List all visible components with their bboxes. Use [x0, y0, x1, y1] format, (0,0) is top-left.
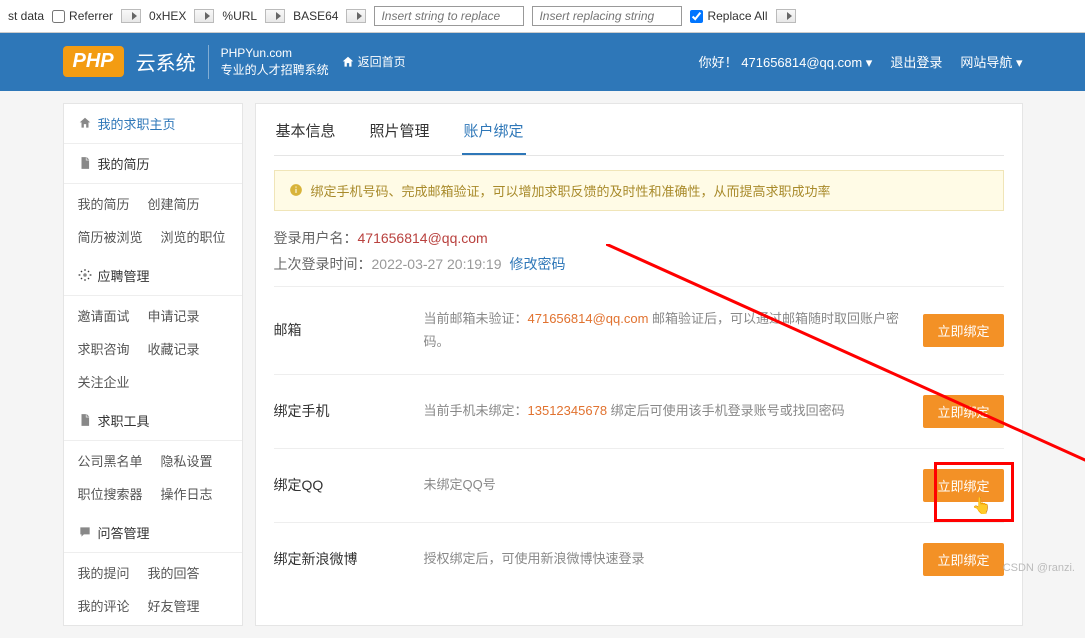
- sidebar-item[interactable]: 申请记录: [148, 306, 200, 325]
- arrow-btn[interactable]: [346, 9, 366, 23]
- binding-desc: 当前邮箱未验证：471656814@qq.com 邮箱验证后，可以通过邮箱随时取…: [424, 307, 924, 354]
- logo-domain: PHPYun.com: [221, 45, 329, 62]
- tab[interactable]: 账户绑定: [462, 120, 526, 155]
- sidebar-group-title[interactable]: 求职工具: [64, 401, 242, 441]
- sidebar-item[interactable]: 关注企业: [78, 372, 130, 391]
- sidebar: 我的求职主页我的简历我的简历创建简历简历被浏览浏览的职位应聘管理邀请面试申请记录…: [63, 103, 243, 626]
- bind-button[interactable]: 立即绑定: [923, 543, 1003, 576]
- notice-banner: 绑定手机号码、完成邮箱验证，可以增加求职反馈的及时性和准确性，从而提高求职成功率: [274, 170, 1004, 211]
- sidebar-item[interactable]: 我的评论: [78, 596, 130, 615]
- binding-label: 绑定手机: [274, 401, 424, 421]
- hex-label[interactable]: 0xHEX: [149, 9, 186, 23]
- logo-slogan: 专业的人才招聘系统: [221, 62, 329, 79]
- sidebar-item[interactable]: 隐私设置: [161, 451, 213, 470]
- login-user-label: 登录用户名：: [274, 230, 358, 246]
- login-user-value: 471656814@qq.com: [358, 230, 488, 246]
- sidebar-item[interactable]: 浏览的职位: [161, 227, 226, 246]
- sidebar-item[interactable]: 创建简历: [148, 194, 200, 213]
- user-link[interactable]: 471656814@qq.com: [741, 55, 862, 70]
- sidebar-item[interactable]: 邀请面试: [78, 306, 130, 325]
- st-data-label: st data: [8, 9, 44, 23]
- bind-button[interactable]: 立即绑定: [923, 395, 1003, 428]
- sidebar-item[interactable]: 我的回答: [148, 563, 200, 582]
- home-icon: [78, 116, 92, 130]
- arrow-btn[interactable]: [776, 9, 796, 23]
- sidebar-item[interactable]: 简历被浏览: [78, 227, 143, 246]
- sidebar-item[interactable]: 好友管理: [148, 596, 200, 615]
- binding-label: 绑定QQ: [274, 475, 424, 495]
- sidebar-item[interactable]: 公司黑名单: [78, 451, 143, 470]
- binding-label: 邮箱: [274, 320, 424, 340]
- sidebar-group-title[interactable]: 我的求职主页: [64, 104, 242, 144]
- binding-desc: 未绑定QQ号: [424, 473, 924, 496]
- change-password-link[interactable]: 修改密码: [510, 256, 566, 272]
- hackbar-toolbar: st data Referrer 0xHEX %URL BASE64 Repla…: [0, 0, 1085, 33]
- sitenav-link[interactable]: 网站导航 ▾: [960, 52, 1022, 71]
- home-icon: [341, 55, 355, 69]
- sidebar-item[interactable]: 我的简历: [78, 194, 130, 213]
- chat-icon: [78, 525, 92, 539]
- sidebar-group-title[interactable]: 问答管理: [64, 513, 242, 553]
- last-login-label: 上次登录时间：: [274, 256, 372, 272]
- binding-label: 绑定新浪微博: [274, 549, 424, 569]
- notice-text: 绑定手机号码、完成邮箱验证，可以增加求职反馈的及时性和准确性，从而提高求职成功率: [311, 181, 831, 200]
- binding-desc: 授权绑定后，可使用新浪微博快速登录: [424, 547, 924, 570]
- arrow-btn[interactable]: [121, 9, 141, 23]
- sidebar-item[interactable]: 操作日志: [161, 484, 213, 503]
- gear-icon: [78, 268, 92, 282]
- tab[interactable]: 基本信息: [274, 120, 338, 155]
- binding-row: 邮箱当前邮箱未验证：471656814@qq.com 邮箱验证后，可以通过邮箱随…: [274, 286, 1004, 374]
- sidebar-item[interactable]: 我的提问: [78, 563, 130, 582]
- sidebar-group-title[interactable]: 我的简历: [64, 144, 242, 184]
- logout-link[interactable]: 退出登录: [890, 52, 942, 71]
- binding-row: 绑定QQ未绑定QQ号立即绑定: [274, 448, 1004, 522]
- replace-all-toggle[interactable]: Replace All: [690, 9, 767, 23]
- base64-label[interactable]: BASE64: [293, 9, 338, 23]
- doc-icon: [78, 413, 92, 427]
- back-home-link[interactable]: 返回首页: [341, 53, 406, 70]
- bind-button[interactable]: 立即绑定: [923, 469, 1003, 502]
- referrer-toggle[interactable]: Referrer: [52, 9, 113, 23]
- site-header: PHP 云系统 PHPYun.com 专业的人才招聘系统 返回首页 你好！ 47…: [0, 33, 1085, 91]
- replace-to-input[interactable]: [532, 6, 682, 26]
- logo-area: PHP 云系统 PHPYun.com 专业的人才招聘系统 返回首页: [63, 45, 406, 79]
- watermark: CSDN @ranzi.: [1003, 562, 1075, 574]
- last-login-value: 2022-03-27 20:19:19: [372, 256, 502, 272]
- logo-cn: 云系统: [136, 47, 196, 76]
- url-label[interactable]: %URL: [222, 9, 257, 23]
- greeting: 你好！: [699, 55, 738, 70]
- arrow-btn[interactable]: [265, 9, 285, 23]
- sidebar-item[interactable]: 收藏记录: [148, 339, 200, 358]
- binding-row: 绑定新浪微博授权绑定后，可使用新浪微博快速登录立即绑定: [274, 522, 1004, 596]
- arrow-btn[interactable]: [194, 9, 214, 23]
- binding-desc: 当前手机未绑定：13512345678 绑定后可使用该手机登录账号或找回密码: [424, 399, 924, 422]
- replace-from-input[interactable]: [374, 6, 524, 26]
- tab[interactable]: 照片管理: [368, 120, 432, 155]
- tabs: 基本信息照片管理账户绑定: [274, 104, 1004, 156]
- sidebar-item[interactable]: 职位搜索器: [78, 484, 143, 503]
- sidebar-item[interactable]: 求职咨询: [78, 339, 130, 358]
- info-icon: [289, 183, 303, 197]
- sidebar-group-title[interactable]: 应聘管理: [64, 256, 242, 296]
- doc-icon: [78, 156, 92, 170]
- bind-button[interactable]: 立即绑定: [923, 314, 1003, 347]
- main-panel: 基本信息照片管理账户绑定 绑定手机号码、完成邮箱验证，可以增加求职反馈的及时性和…: [255, 103, 1023, 626]
- logo-php: PHP: [63, 46, 124, 77]
- binding-row: 绑定手机当前手机未绑定：13512345678 绑定后可使用该手机登录账号或找回…: [274, 374, 1004, 448]
